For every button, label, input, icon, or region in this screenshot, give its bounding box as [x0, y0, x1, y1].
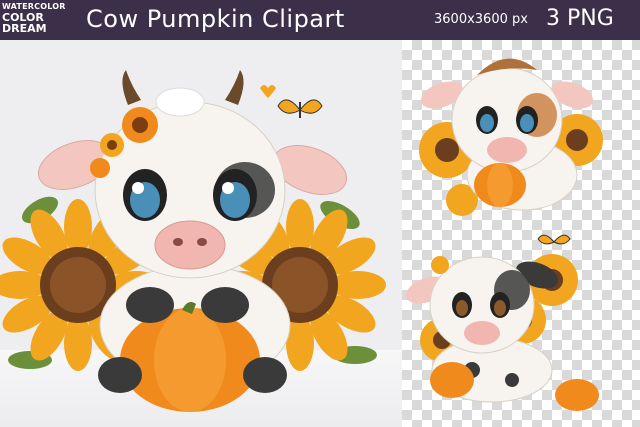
- large-cow-illustration: [0, 70, 386, 412]
- header-bar: WATERCOLOR COLOR DREAM Cow Pumpkin Clipa…: [0, 0, 640, 40]
- logo-line3: DREAM: [2, 22, 47, 35]
- butterfly: [277, 99, 323, 118]
- cow-illustration-bottom-right: [405, 234, 599, 411]
- resolution-label: 3600x3600 px: [434, 12, 528, 27]
- brand-logo: WATERCOLOR COLOR DREAM: [2, 2, 66, 38]
- png-count-label: 3 PNG: [546, 6, 614, 31]
- cow-illustration-top-right: [419, 58, 603, 216]
- page-title: Cow Pumpkin Clipart: [86, 5, 345, 33]
